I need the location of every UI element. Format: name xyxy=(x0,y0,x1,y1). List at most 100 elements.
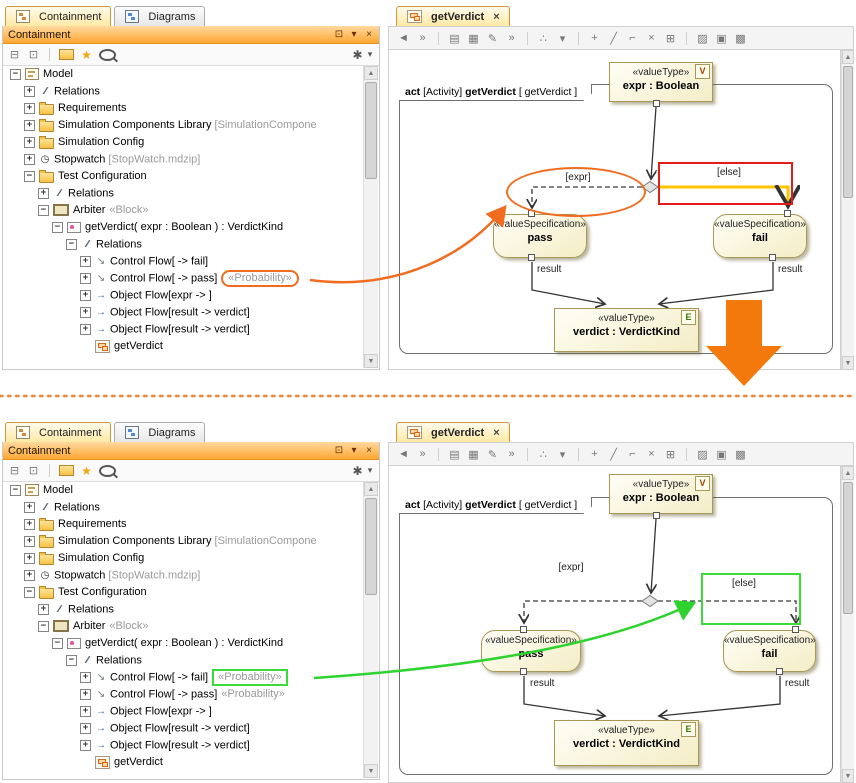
scroll-up-icon[interactable]: ▲ xyxy=(842,466,854,480)
containment-view-icon[interactable]: ▤ xyxy=(448,32,461,45)
expander-icon[interactable]: + xyxy=(24,502,35,513)
close-tab-icon[interactable]: × xyxy=(493,427,499,439)
expander-icon[interactable]: − xyxy=(66,655,77,666)
verdict-node[interactable]: E «valueType» verdict : VerdictKind xyxy=(554,308,699,352)
expander-icon[interactable]: + xyxy=(24,553,35,564)
tree-item[interactable]: +Simulation Config xyxy=(4,550,363,567)
close-panel-icon[interactable]: × xyxy=(364,445,374,456)
tree-item[interactable]: getVerdict xyxy=(4,338,363,355)
scrollbar-thumb[interactable] xyxy=(365,498,377,595)
tree-item[interactable]: +Simulation Config xyxy=(4,134,363,151)
show-structure-icon[interactable]: ⊡ xyxy=(27,48,40,61)
tree-scrollbar[interactable]: ▲ ▼ xyxy=(363,66,378,368)
edit-icon[interactable]: ✎ xyxy=(486,32,499,45)
tree-item[interactable]: −getVerdict( expr : Boolean ) : VerdictK… xyxy=(4,635,363,652)
delete-shape-icon[interactable]: × xyxy=(645,448,658,460)
search-icon[interactable] xyxy=(99,465,116,477)
tree-item[interactable]: +∕∕Relations xyxy=(4,83,363,100)
tree-item[interactable]: +→Object Flow[result -> verdict] xyxy=(4,321,363,338)
tree-item[interactable]: −Test Configuration xyxy=(4,584,363,601)
tree-item[interactable]: −Test Configuration xyxy=(4,168,363,185)
nav-back-menu-icon[interactable]: » xyxy=(416,32,429,44)
related-caret-icon[interactable]: ▾ xyxy=(556,448,569,461)
tree-item[interactable]: +∕∕Relations xyxy=(4,185,363,202)
tree-item[interactable]: −∕∕Relations xyxy=(4,652,363,669)
related-elements-icon[interactable]: ∴ xyxy=(537,448,550,461)
tree-item[interactable]: −Model xyxy=(4,482,363,499)
expander-icon[interactable]: + xyxy=(80,689,91,700)
expander-icon[interactable]: − xyxy=(52,222,63,233)
settings-gear-icon[interactable]: ✱ xyxy=(351,48,364,62)
tree-item[interactable]: +→Object Flow[result -> verdict] xyxy=(4,737,363,754)
draw-corner-icon[interactable]: ⌐ xyxy=(626,448,639,460)
expander-icon[interactable]: + xyxy=(38,188,49,199)
expander-icon[interactable]: − xyxy=(24,171,35,182)
expander-icon[interactable]: − xyxy=(24,587,35,598)
tree-item[interactable]: +↘Control Flow[ -> fail]«Probability» xyxy=(4,669,363,686)
pass-result-pin[interactable] xyxy=(528,254,535,261)
tree-item[interactable]: getVerdict xyxy=(4,754,363,771)
expander-icon[interactable]: + xyxy=(80,740,91,751)
expander-icon[interactable]: + xyxy=(80,256,91,267)
tree-item[interactable]: +→Object Flow[expr -> ] xyxy=(4,703,363,720)
favorites-icon[interactable]: ★ xyxy=(80,48,93,62)
nav-back-menu-icon[interactable]: » xyxy=(416,448,429,460)
tree-item[interactable]: −Model xyxy=(4,66,363,83)
expander-icon[interactable]: + xyxy=(80,324,91,335)
expander-icon[interactable]: − xyxy=(66,239,77,250)
tree-item[interactable]: +Simulation Components Library [Simulati… xyxy=(4,533,363,550)
grid-icon[interactable]: ⊞ xyxy=(664,32,677,45)
collapse-all-icon[interactable]: ⊟ xyxy=(8,48,21,61)
scroll-up-icon[interactable]: ▲ xyxy=(842,50,854,64)
expander-icon[interactable]: + xyxy=(24,519,35,530)
expander-icon[interactable]: + xyxy=(38,604,49,615)
float-window-icon[interactable]: ⊡ xyxy=(334,29,344,40)
open-folder-icon[interactable] xyxy=(59,49,74,60)
tree-item[interactable]: +→Object Flow[result -> verdict] xyxy=(4,304,363,321)
grid-icon[interactable]: ⊞ xyxy=(664,448,677,461)
tab-diagrams[interactable]: Diagrams xyxy=(114,422,205,442)
pass-result-pin[interactable] xyxy=(520,668,527,675)
documentation-icon[interactable]: ▦ xyxy=(467,32,480,45)
object-flow-fail-verdict[interactable] xyxy=(659,676,780,716)
image-shape-icon[interactable]: ▣ xyxy=(715,32,728,45)
fail-node[interactable]: «valueSpecification» fail xyxy=(723,630,816,672)
tree-item[interactable]: +∕∕Relations xyxy=(4,601,363,618)
tab-getverdict[interactable]: getVerdict × xyxy=(396,6,510,26)
draw-corner-icon[interactable]: ⌐ xyxy=(626,32,639,44)
settings-gear-icon[interactable]: ✱ xyxy=(351,464,364,478)
diagram-scrollbar[interactable]: ▲ ▼ xyxy=(841,466,854,783)
diagram-options-icon[interactable]: ▩ xyxy=(734,32,747,45)
expander-icon[interactable]: + xyxy=(80,706,91,717)
add-element-icon[interactable]: + xyxy=(588,32,601,44)
diagram-scrollbar[interactable]: ▲ ▼ xyxy=(841,50,854,370)
open-folder-icon[interactable] xyxy=(59,465,74,476)
tree-item[interactable]: +◷Stopwatch [StopWatch.mdzip] xyxy=(4,567,363,584)
tree-item[interactable]: +→Object Flow[expr -> ] xyxy=(4,287,363,304)
scroll-up-icon[interactable]: ▲ xyxy=(364,66,378,80)
tree-item[interactable]: +Requirements xyxy=(4,100,363,117)
tree-item[interactable]: +↘Control Flow[ -> pass]«Probability» xyxy=(4,686,363,703)
expander-icon[interactable]: + xyxy=(80,672,91,683)
fail-input-pin[interactable] xyxy=(784,210,791,217)
swimlane-icon[interactable]: ▨ xyxy=(696,448,709,461)
nav-back-icon[interactable]: ◄ xyxy=(397,448,410,460)
scrollbar-thumb[interactable] xyxy=(843,66,853,198)
scroll-down-icon[interactable]: ▼ xyxy=(364,354,378,368)
tree-item[interactable]: −getVerdict( expr : Boolean ) : VerdictK… xyxy=(4,219,363,236)
control-flow-pass[interactable] xyxy=(524,601,642,623)
float-window-icon[interactable]: ⊡ xyxy=(334,445,344,456)
expander-icon[interactable]: + xyxy=(24,137,35,148)
tree-item[interactable]: +◷Stopwatch [StopWatch.mdzip] xyxy=(4,151,363,168)
scroll-down-icon[interactable]: ▼ xyxy=(842,356,854,370)
tree-item[interactable]: +Requirements xyxy=(4,516,363,533)
pass-input-pin[interactable] xyxy=(520,626,527,633)
tree-item[interactable]: +↘Control Flow[ -> pass]«Probability» xyxy=(4,270,363,287)
expander-icon[interactable]: − xyxy=(38,621,49,632)
close-panel-icon[interactable]: × xyxy=(364,29,374,40)
show-structure-icon[interactable]: ⊡ xyxy=(27,464,40,477)
scrollbar-thumb[interactable] xyxy=(365,82,377,179)
expander-icon[interactable]: − xyxy=(52,638,63,649)
tree-item[interactable]: −Arbiter«Block» xyxy=(4,618,363,635)
scroll-up-icon[interactable]: ▲ xyxy=(364,482,378,496)
